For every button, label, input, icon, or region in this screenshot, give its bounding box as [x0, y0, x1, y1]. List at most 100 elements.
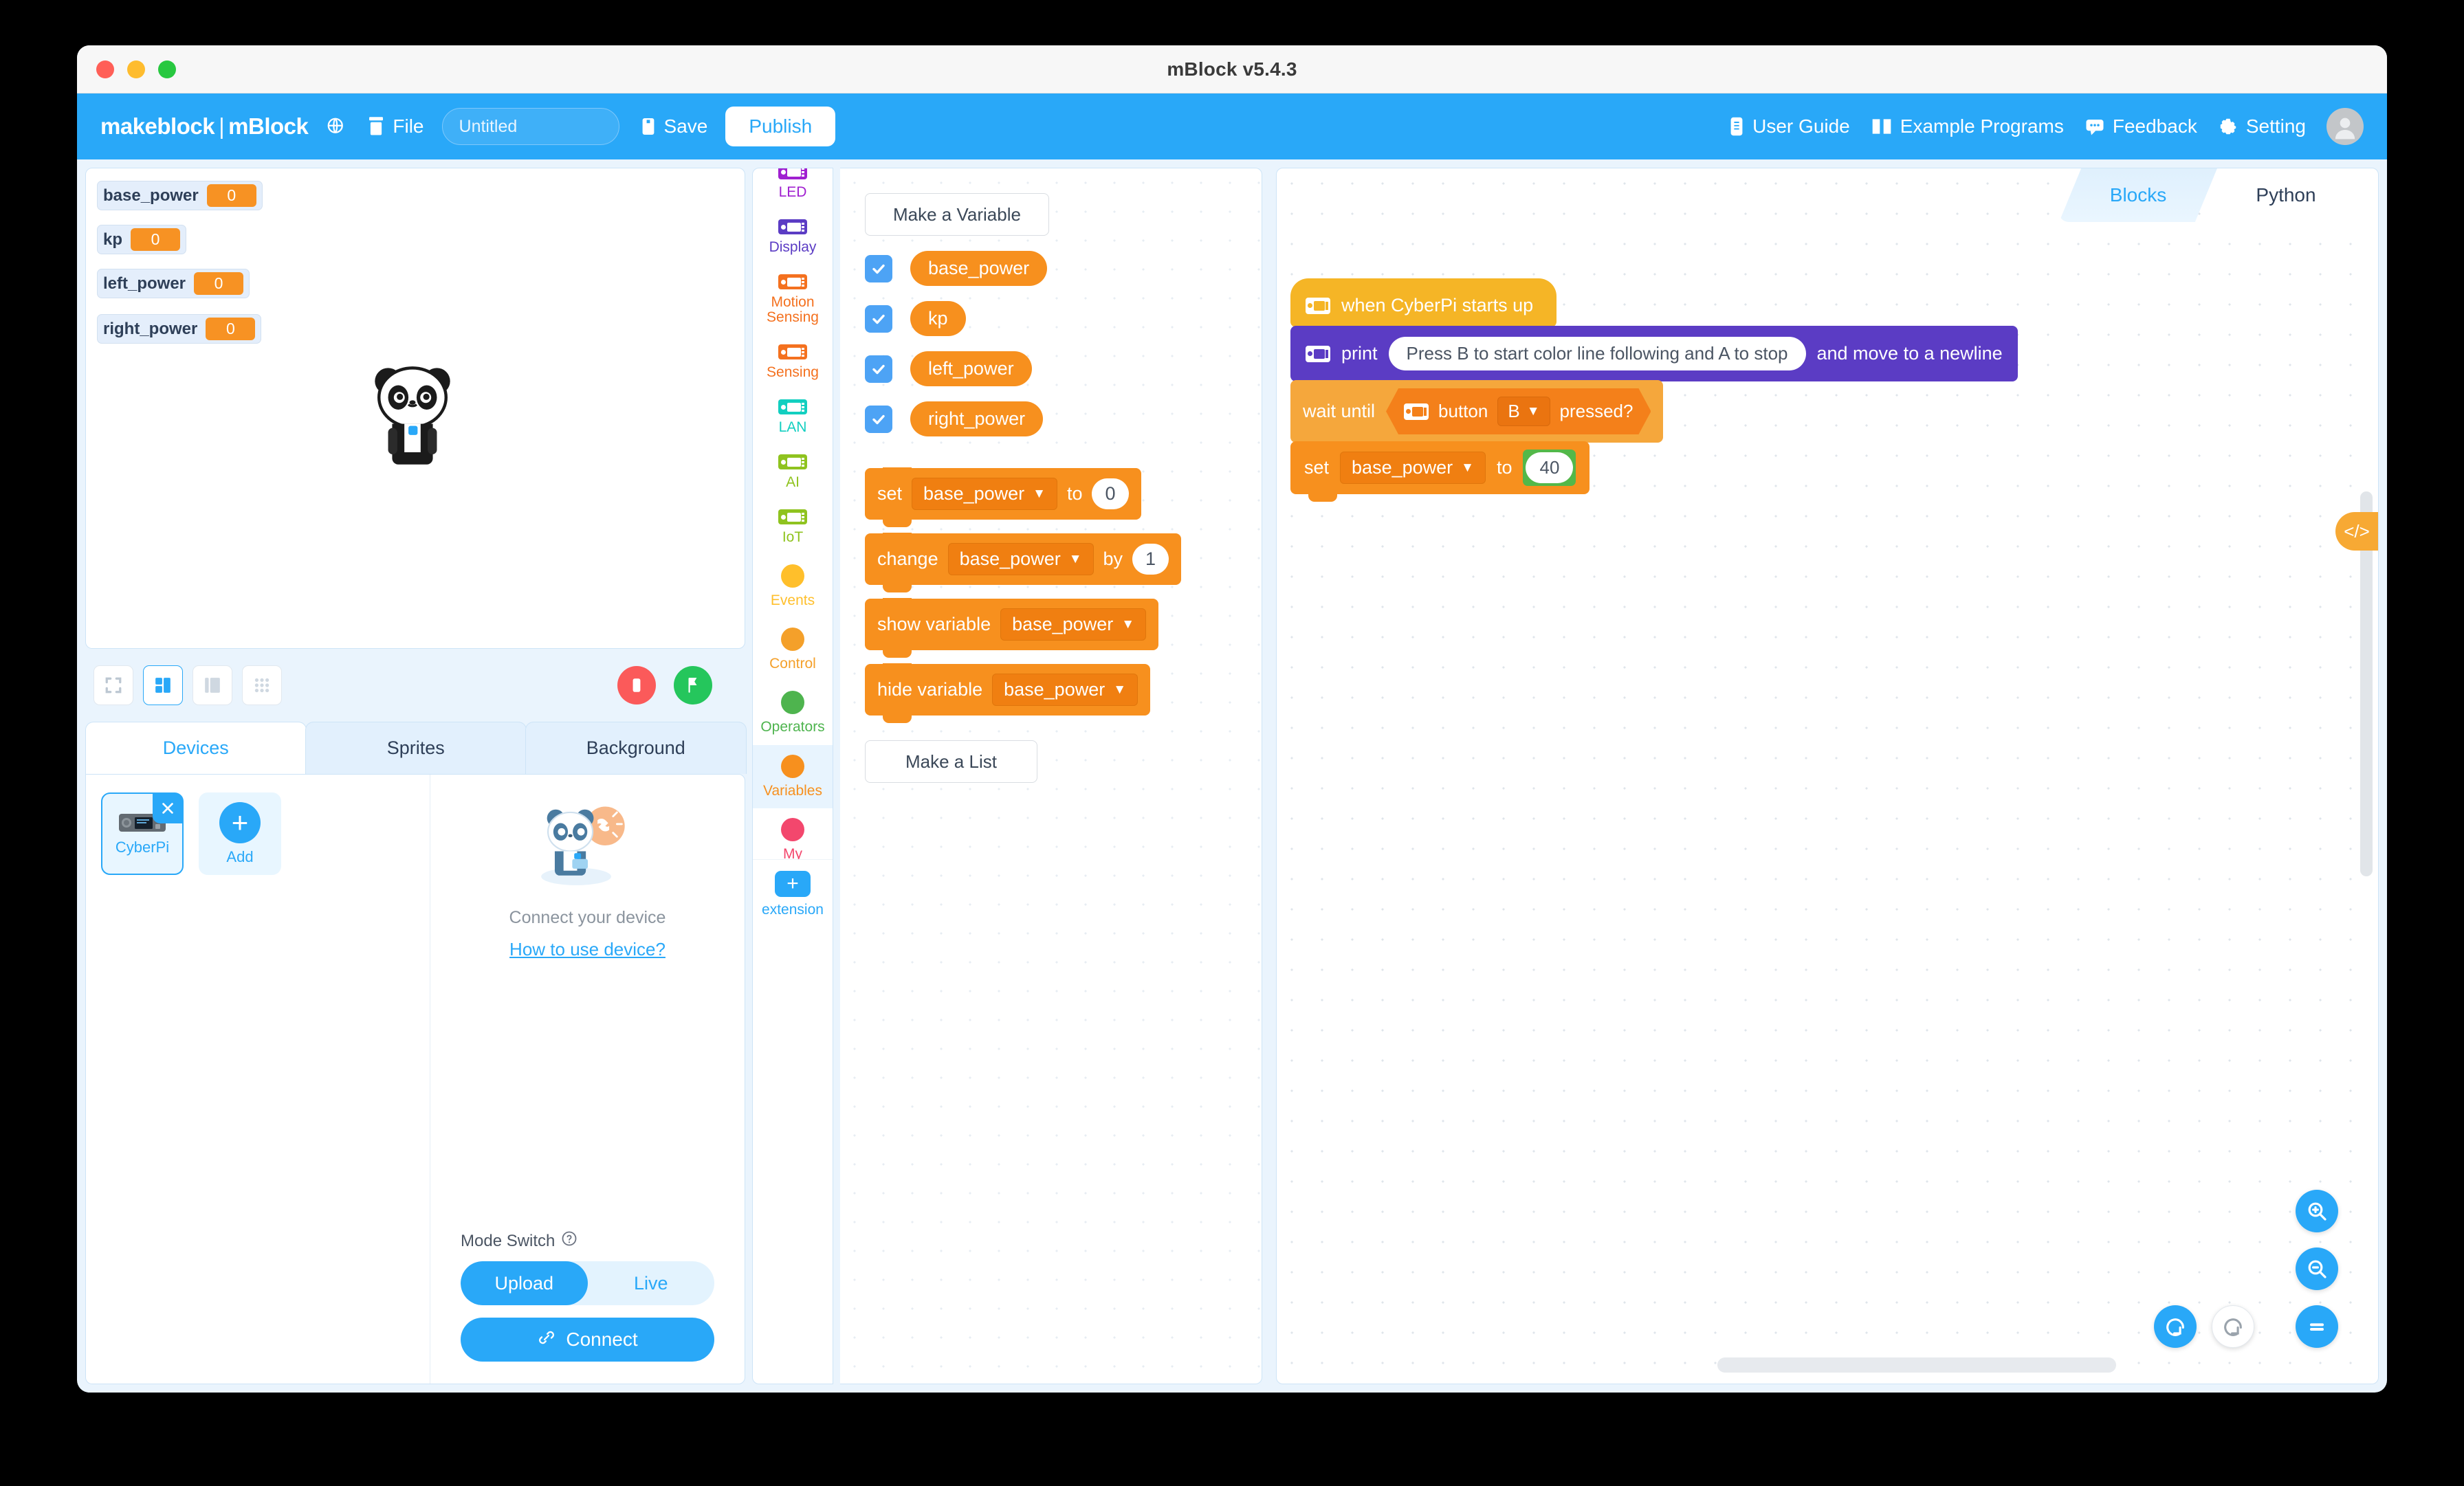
category-operators[interactable]: Operators: [753, 681, 833, 744]
category-lan[interactable]: LAN: [753, 390, 833, 445]
variable-checkbox[interactable]: [865, 405, 892, 433]
variable-reporter-right-power[interactable]: right_power: [910, 401, 1044, 436]
sprite-grid-layout-button[interactable]: [242, 665, 282, 705]
variable-checkbox[interactable]: [865, 355, 892, 383]
variable-monitor[interactable]: left_power 0: [97, 269, 250, 298]
hide-block-dropdown[interactable]: base_power ▼: [992, 674, 1138, 706]
block-set-base-power[interactable]: set base_power ▼ to 40: [1290, 441, 1590, 502]
category-operators-label: Operators: [760, 719, 825, 735]
tab-sprites[interactable]: Sprites: [305, 722, 527, 774]
palette-block-change-variable[interactable]: change base_power ▼ by 1: [865, 533, 1182, 592]
example-programs-button[interactable]: Example Programs: [1871, 115, 2064, 137]
help-circle-icon[interactable]: [561, 1230, 578, 1252]
category-motion-sensing[interactable]: Motion Sensing: [753, 265, 833, 335]
stage[interactable]: base_power 0 kp 0 left_power 0 right_pow…: [85, 168, 745, 649]
green-flag-button[interactable]: [674, 666, 712, 705]
set-script-dropdown-label: base_power: [1352, 457, 1453, 478]
variable-reporter-kp[interactable]: kp: [910, 301, 966, 336]
button-block-dropdown[interactable]: B ▼: [1497, 397, 1550, 426]
block-wait-until[interactable]: wait until button B ▼ pressed?: [1290, 380, 1664, 450]
stop-button[interactable]: [617, 666, 656, 705]
mode-option-upload[interactable]: Upload: [461, 1261, 588, 1305]
gear-icon: [2218, 116, 2238, 137]
variable-checkbox[interactable]: [865, 254, 892, 282]
set-block-value-input[interactable]: 0: [1092, 478, 1129, 509]
add-extension-button[interactable]: + extension: [753, 858, 833, 927]
monitor-value: 0: [194, 272, 244, 295]
publish-button[interactable]: Publish: [725, 107, 836, 146]
language-button[interactable]: [326, 116, 346, 137]
category-events[interactable]: Events: [753, 555, 833, 618]
variable-monitor[interactable]: right_power 0: [97, 314, 262, 344]
category-control[interactable]: Control: [753, 618, 833, 681]
device-card-cyberpi[interactable]: CyberPi: [101, 792, 184, 875]
file-menu-button[interactable]: File: [367, 115, 424, 137]
setting-button[interactable]: Setting: [2218, 115, 2306, 137]
add-device-button[interactable]: + Add: [199, 792, 281, 875]
category-ai[interactable]: AI: [753, 445, 833, 500]
change-block-value-input[interactable]: 1: [1132, 544, 1169, 575]
mode-option-live[interactable]: Live: [588, 1261, 715, 1305]
block-category-rail[interactable]: LED Display Motion Sensing Sensing LAN A…: [752, 168, 833, 1384]
large-stage-layout-button[interactable]: [192, 665, 232, 705]
set-script-dropdown[interactable]: base_power ▼: [1340, 452, 1486, 484]
variable-monitor[interactable]: base_power 0: [97, 181, 263, 210]
variable-checkbox[interactable]: [865, 304, 892, 333]
hide-block-dropdown-label: base_power: [1004, 679, 1106, 700]
change-block-dropdown-label: base_power: [959, 548, 1061, 569]
small-stage-layout-button[interactable]: [143, 665, 183, 705]
zoom-reset-icon[interactable]: [2296, 1305, 2338, 1348]
tab-background[interactable]: Background: [525, 722, 747, 774]
category-iot[interactable]: IoT: [753, 500, 833, 555]
change-block-dropdown[interactable]: base_power ▼: [947, 543, 1094, 575]
variable-reporter-base-power[interactable]: base_power: [910, 251, 1048, 286]
palette-block-set-variable[interactable]: set base_power ▼ to 0: [865, 467, 1141, 527]
variable-reporter-left-power[interactable]: left_power: [910, 351, 1032, 386]
makeblock-mblock-logo[interactable]: makeblock | mBlock: [100, 113, 309, 140]
make-a-variable-button[interactable]: Make a Variable: [865, 193, 1049, 236]
undo-icon[interactable]: [2154, 1305, 2197, 1348]
zoom-in-icon[interactable]: [2296, 1190, 2338, 1232]
mode-switch-toggle[interactable]: Upload Live: [461, 1261, 714, 1305]
palette-block-show-variable[interactable]: show variable base_power ▼: [865, 598, 1159, 658]
tab-python[interactable]: Python: [2217, 168, 2355, 222]
redo-icon[interactable]: [2212, 1305, 2254, 1348]
connect-button[interactable]: Connect: [461, 1318, 714, 1362]
fullscreen-layout-button[interactable]: [94, 665, 133, 705]
block-button-pressed[interactable]: button B ▼ pressed?: [1386, 388, 1651, 434]
script-workspace[interactable]: Blocks Python </> when CyberPi starts up…: [1276, 168, 2379, 1384]
category-variables[interactable]: Variables: [753, 744, 833, 808]
block-print[interactable]: print Press B to start color line follow…: [1290, 326, 2018, 389]
show-block-dropdown[interactable]: base_power ▼: [1000, 608, 1147, 641]
user-guide-label: User Guide: [1752, 115, 1850, 137]
block-script[interactable]: when CyberPi starts up print Press B to …: [1290, 278, 2018, 502]
variable-monitor[interactable]: kp 0: [97, 225, 187, 254]
code-brackets-icon[interactable]: </>: [2335, 512, 2378, 551]
avatar[interactable]: [2326, 108, 2364, 145]
tab-blocks[interactable]: Blocks: [2059, 168, 2217, 222]
user-guide-button[interactable]: User Guide: [1728, 115, 1850, 137]
make-a-list-button[interactable]: Make a List: [865, 740, 1037, 783]
workspace-horizontal-scrollbar[interactable]: [1717, 1357, 2116, 1373]
category-display[interactable]: Display: [753, 210, 833, 265]
print-block-text-input[interactable]: Press B to start color line following an…: [1388, 337, 1806, 370]
link-icon: [537, 1328, 556, 1352]
set-script-value-input[interactable]: 40: [1526, 452, 1574, 483]
set-block-dropdown[interactable]: base_power ▼: [912, 478, 1057, 510]
category-led[interactable]: LED: [753, 168, 833, 210]
remove-device-button[interactable]: [153, 793, 183, 823]
how-to-use-device-link[interactable]: How to use device?: [509, 939, 666, 960]
project-name-input[interactable]: Untitled: [441, 108, 619, 145]
palette-block-hide-variable[interactable]: hide variable base_power ▼: [865, 663, 1151, 723]
globe-icon: [326, 116, 346, 137]
cyberpi-chip-icon: [1306, 345, 1330, 362]
zoom-out-icon[interactable]: [2296, 1247, 2338, 1290]
feedback-button[interactable]: Feedback: [2084, 115, 2197, 137]
block-palette[interactable]: Make a Variable base_power kp left_power…: [840, 168, 1262, 1384]
block-when-cyberpi-starts-up[interactable]: when CyberPi starts up: [1290, 278, 1557, 335]
category-sensing[interactable]: Sensing: [753, 335, 833, 390]
category-my-blocks[interactable]: My: [753, 808, 833, 859]
panda-sprite[interactable]: [361, 361, 464, 481]
save-button[interactable]: Save: [640, 115, 707, 137]
tab-devices[interactable]: Devices: [85, 722, 307, 774]
